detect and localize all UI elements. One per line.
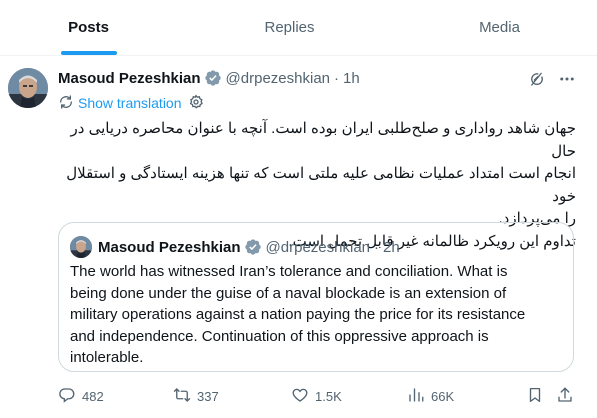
share-button[interactable] <box>556 384 574 408</box>
verified-badge-icon <box>204 69 222 87</box>
like-button[interactable]: 1.5K <box>291 384 342 408</box>
views-icon <box>407 386 425 407</box>
tab-media-label: Media <box>479 19 520 36</box>
bookmark-icon <box>526 386 544 407</box>
more-icon[interactable] <box>558 70 576 88</box>
views-button[interactable]: 66K <box>407 384 454 408</box>
repost-count: 337 <box>197 388 219 404</box>
quoted-text-line: The world has witnessed Iran’s tolerance… <box>70 263 508 280</box>
post-text-line: انجام است امتداد عملیات نظامی علیه ملتی … <box>66 165 576 205</box>
gear-icon[interactable] <box>188 93 204 113</box>
quoted-post-text: The world has witnessed Iran’s tolerance… <box>70 261 564 369</box>
views-count: 66K <box>431 388 455 404</box>
active-tab-indicator <box>60 51 117 55</box>
repost-button[interactable]: 337 <box>173 384 219 408</box>
quoted-author-handle: @drpezeshkian <box>265 238 370 256</box>
like-count: 1.5K <box>315 388 342 404</box>
tab-replies[interactable]: Replies <box>177 0 402 55</box>
tab-posts[interactable]: Posts <box>0 0 177 55</box>
translate-icon <box>58 94 74 113</box>
quoted-text-line: intolerable. <box>70 349 144 366</box>
quoted-text-line: military operations against a nation pay… <box>70 306 526 323</box>
post-actions: 482 337 1.5K 66K <box>0 384 597 408</box>
tab-replies-label: Replies <box>264 19 315 36</box>
show-translation-link[interactable]: Show translation <box>78 95 182 111</box>
tab-posts-label: Posts <box>68 19 109 36</box>
post-header: Masoud Pezeshkian @drpezeshkian · 1h <box>58 68 360 88</box>
show-translation: Show translation <box>58 93 204 113</box>
share-icon <box>556 386 574 407</box>
quoted-author-name: Masoud Pezeshkian <box>98 238 241 256</box>
quoted-header-separator: · <box>374 238 379 256</box>
quoted-post-header: Masoud Pezeshkian @drpezeshkian · 2h <box>98 237 400 257</box>
tab-media[interactable]: Media <box>402 0 597 55</box>
post-text-line: جهان شاهد رواداری و صلح‌طلبی ایران بوده … <box>70 120 576 160</box>
author-avatar[interactable] <box>8 68 48 108</box>
repost-icon <box>173 386 191 407</box>
quoted-text-line: being done under the guise of a naval bl… <box>70 284 507 302</box>
grok-icon[interactable] <box>528 70 546 88</box>
bookmark-button[interactable] <box>526 384 544 408</box>
quoted-author-avatar <box>70 236 92 258</box>
header-separator: · <box>334 69 339 87</box>
post-timestamp[interactable]: 1h <box>343 70 360 87</box>
reply-button[interactable]: 482 <box>58 384 104 408</box>
verified-badge-icon <box>244 238 262 256</box>
author-handle[interactable]: @drpezeshkian <box>226 70 330 87</box>
quoted-text-line: and independence. Continuation of this o… <box>70 327 489 345</box>
like-icon <box>291 386 309 407</box>
reply-count: 482 <box>82 388 104 404</box>
author-name[interactable]: Masoud Pezeshkian <box>58 70 201 87</box>
quoted-post-timestamp: 2h <box>383 238 400 256</box>
reply-icon <box>58 386 76 407</box>
profile-tabs: Posts Replies Media <box>0 0 597 56</box>
quoted-post[interactable]: Masoud Pezeshkian @drpezeshkian · 2h The… <box>58 222 574 372</box>
